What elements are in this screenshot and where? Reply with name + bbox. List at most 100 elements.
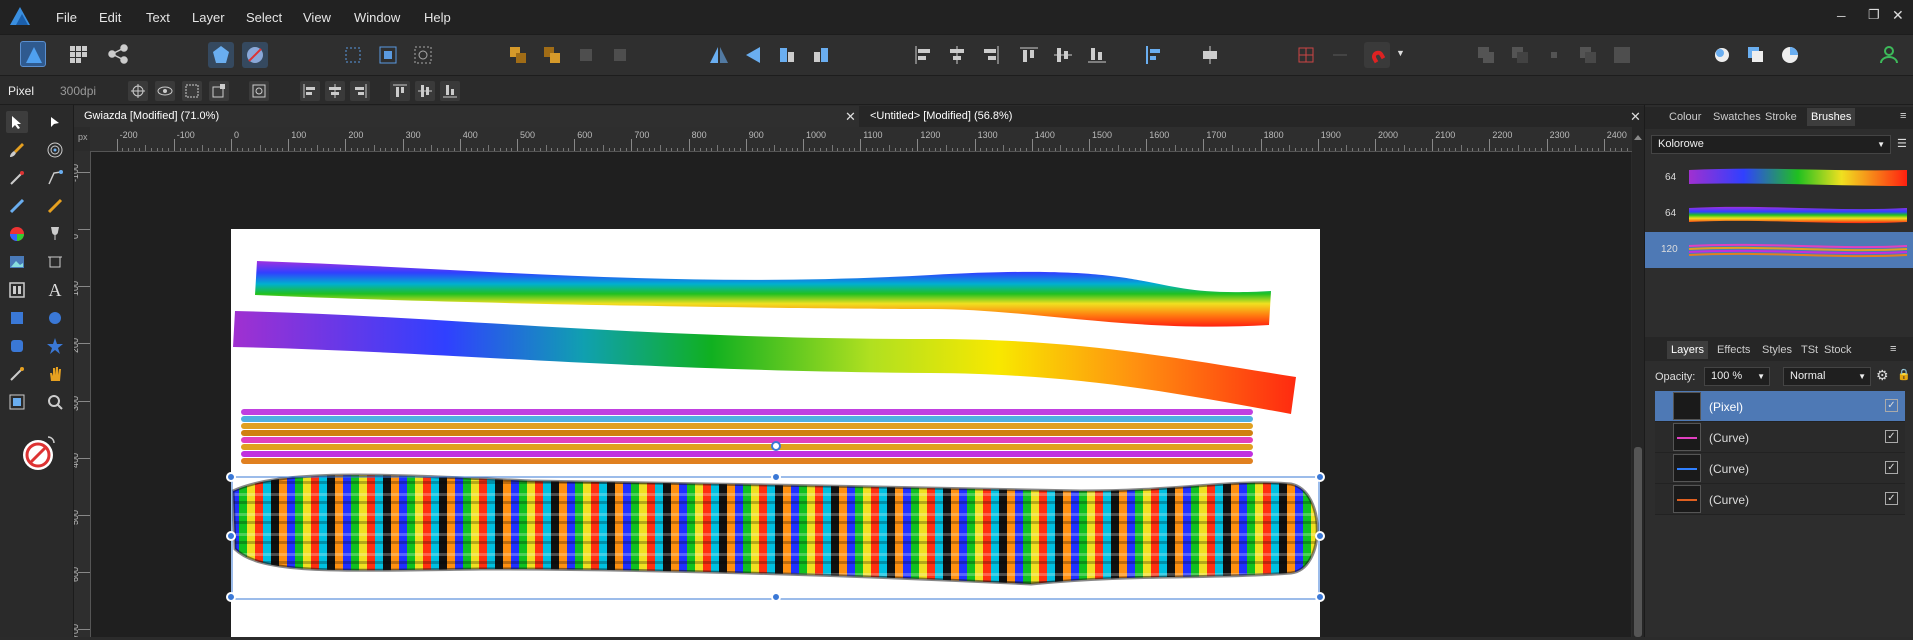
layer-row[interactable]: (Curve) ✓ [1655, 422, 1905, 453]
node-icon[interactable] [44, 111, 66, 133]
align-top-icon[interactable] [1016, 42, 1042, 68]
brush-list-view-icon[interactable]: ☰ [1897, 137, 1907, 150]
selection-handle[interactable] [226, 472, 236, 482]
boolean-divide-icon[interactable] [1609, 42, 1635, 68]
target-icon[interactable] [44, 139, 66, 161]
tab-brushes[interactable]: Brushes [1807, 108, 1856, 126]
layers-menu-icon[interactable]: ≡ [1890, 343, 1896, 355]
arrange-forward-icon[interactable] [573, 42, 599, 68]
brush-item[interactable]: 64 [1645, 160, 1913, 196]
crop-icon[interactable] [44, 167, 66, 189]
tab-gwiazda[interactable]: Gwiazda [Modified] (71.0%) [74, 106, 859, 127]
hand-icon[interactable] [44, 363, 66, 385]
align-bottom-icon[interactable] [1084, 42, 1110, 68]
vector-crop-icon[interactable] [6, 391, 28, 413]
selection-handle[interactable] [1315, 531, 1325, 541]
snap-corner-icon[interactable] [209, 81, 229, 101]
tab-swatches[interactable]: Swatches [1713, 111, 1761, 123]
arrange-back-icon[interactable] [505, 42, 531, 68]
scroll-thumb[interactable] [1634, 447, 1642, 637]
panel-menu-icon[interactable]: ≡ [1900, 110, 1906, 122]
rotate-center-icon[interactable] [249, 81, 269, 101]
rectangle-icon[interactable] [6, 307, 28, 329]
ctx-align-middle-icon[interactable] [415, 81, 435, 101]
snapping-arrow-icon[interactable] [1327, 42, 1353, 68]
text-icon[interactable]: A [44, 279, 66, 301]
paint-brush-icon[interactable] [6, 139, 28, 161]
insert-behind-icon[interactable] [1743, 42, 1769, 68]
color-swatch-icon[interactable] [18, 433, 58, 473]
eraser-mode-icon[interactable] [242, 42, 268, 68]
brush-item[interactable]: 64 [1645, 196, 1913, 232]
menu-select[interactable]: Select [246, 10, 282, 25]
menu-file[interactable]: File [56, 10, 77, 25]
boolean-intersect-icon[interactable] [1541, 42, 1567, 68]
document-canvas[interactable] [231, 229, 1320, 637]
layer-row[interactable]: (Curve) ✓ [1655, 484, 1905, 515]
tab-close-icon[interactable]: ✕ [1630, 109, 1641, 125]
eyedropper-icon[interactable] [6, 363, 28, 385]
grid-icon[interactable] [66, 42, 92, 68]
opacity-input[interactable]: 100 % ▼ [1704, 367, 1770, 386]
snapping-magnet-icon[interactable] [1364, 42, 1390, 68]
app-logo-icon[interactable] [8, 5, 32, 27]
menu-layer[interactable]: Layer [192, 10, 225, 25]
layer-row[interactable]: (Curve) ✓ [1655, 453, 1905, 484]
tab-stroke[interactable]: Stroke [1765, 111, 1797, 123]
ctx-align-right-icon[interactable] [350, 81, 370, 101]
rotate-left-icon[interactable] [774, 42, 800, 68]
ctx-align-left-icon[interactable] [300, 81, 320, 101]
tab-tst[interactable]: TSt [1801, 344, 1818, 356]
restore-button[interactable]: ❐ [1868, 7, 1880, 23]
align-options-icon[interactable] [1141, 42, 1167, 68]
selection-handle[interactable] [226, 531, 236, 541]
show-bounds-icon[interactable] [155, 81, 175, 101]
align-left-icon[interactable] [910, 42, 936, 68]
menu-help[interactable]: Help [424, 10, 451, 25]
boolean-subtract-icon[interactable] [1507, 42, 1533, 68]
tab-layers[interactable]: Layers [1667, 341, 1709, 359]
minimize-button[interactable]: ─ [1837, 9, 1846, 23]
arrange-front-icon[interactable] [539, 42, 565, 68]
vertical-scrollbar[interactable] [1632, 127, 1644, 637]
frame-text-icon[interactable] [6, 279, 28, 301]
select-all-icon[interactable] [340, 42, 366, 68]
deselect-icon[interactable] [375, 42, 401, 68]
blend-mode-select[interactable]: Normal ▼ [1783, 367, 1871, 386]
selection-handle[interactable] [1315, 592, 1325, 602]
zoom-icon[interactable] [44, 391, 66, 413]
rounded-rect-icon[interactable] [6, 335, 28, 357]
share-icon[interactable] [106, 42, 132, 68]
ellipse-icon[interactable] [44, 307, 66, 329]
rotate-right-icon[interactable] [808, 42, 834, 68]
flip-vertical-icon[interactable] [740, 42, 766, 68]
menu-view[interactable]: View [303, 10, 331, 25]
menu-window[interactable]: Window [354, 10, 400, 25]
tab-close-icon[interactable]: ✕ [845, 109, 856, 125]
selection-handle[interactable] [1315, 472, 1325, 482]
color-brush-icon[interactable] [44, 195, 66, 217]
invert-selection-icon[interactable] [410, 42, 436, 68]
transform-origin-icon[interactable] [128, 81, 148, 101]
color-wheel-icon[interactable] [6, 223, 28, 245]
tab-effects[interactable]: Effects [1717, 344, 1750, 356]
layer-visibility-checkbox[interactable]: ✓ [1885, 492, 1898, 505]
selection-handle[interactable] [771, 472, 781, 482]
align-center-icon[interactable] [944, 42, 970, 68]
layer-visibility-checkbox[interactable]: ✓ [1885, 461, 1898, 474]
menu-edit[interactable]: Edit [99, 10, 121, 25]
lock-icon[interactable]: 🔒 [1897, 368, 1911, 381]
pencil-icon[interactable] [6, 195, 28, 217]
arrange-backward-icon[interactable] [607, 42, 633, 68]
tab-untitled[interactable]: <Untitled> [Modified] (56.8%) [860, 106, 1644, 127]
insert-top-icon[interactable] [1777, 42, 1803, 68]
layer-row[interactable]: (Pixel) ✓ [1655, 391, 1905, 422]
selection-handle-rotate[interactable] [771, 441, 781, 451]
layer-visibility-checkbox[interactable]: ✓ [1885, 399, 1898, 412]
brush-category-select[interactable]: Kolorowe ▼ [1651, 135, 1891, 154]
boolean-add-icon[interactable] [1473, 42, 1499, 68]
align-middle-icon[interactable] [1050, 42, 1076, 68]
photo-persona-icon[interactable] [20, 41, 46, 67]
selection-handle[interactable] [226, 592, 236, 602]
tab-styles[interactable]: Styles [1762, 344, 1792, 356]
